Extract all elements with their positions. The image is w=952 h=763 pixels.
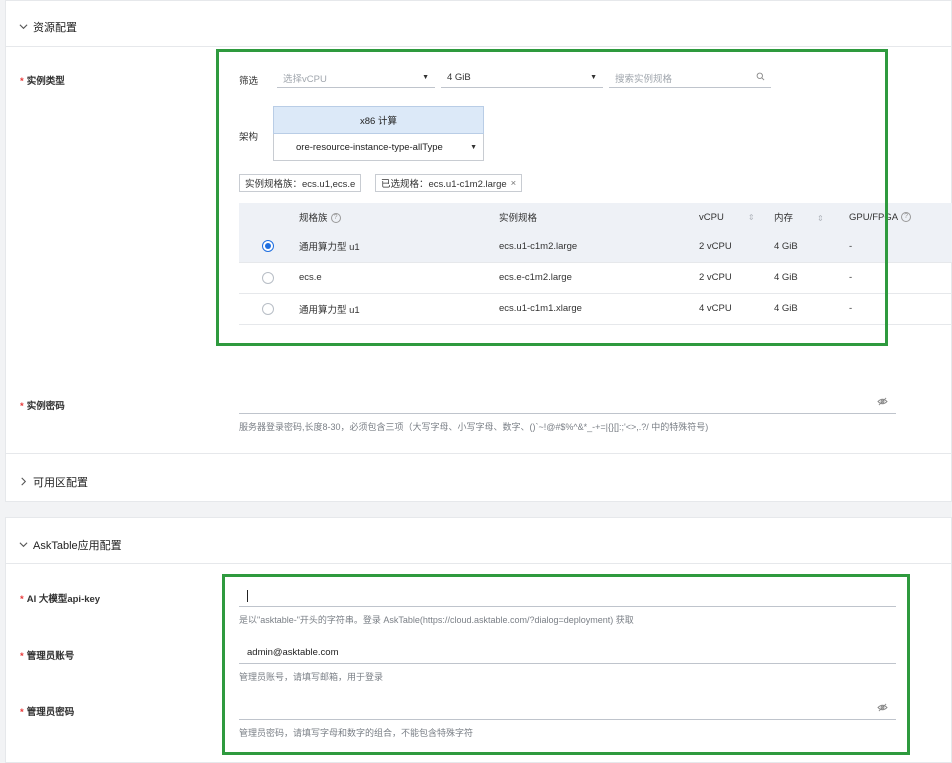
admin-password-hint: 管理员密码，请填写字母和数字的组合，不能包含特殊字符 [239,728,474,738]
help-icon[interactable]: ? [901,211,912,222]
chevron-right-icon [18,477,28,488]
instance-spec-table: 规格族? 实例规格 vCPU ⇕ 内存 ⇕ GPU/FPGA? 通用算力型 u1 e… [239,203,952,325]
row-family: 通用算力型 u1 [299,293,499,325]
row-vcpu: 2 vCPU [699,231,774,263]
row-gpu: - [849,293,952,325]
spec-search-input[interactable]: 搜索实例规格 [609,68,771,88]
text-cursor [247,589,248,602]
table-row[interactable]: 通用算力型 u1 ecs.u1-c1m2.large 2 vCPU 4 GiB … [239,231,952,263]
apikey-input[interactable] [239,585,896,607]
section-divider [6,453,951,454]
section-divider [6,46,951,47]
table-row[interactable]: 通用算力型 u1 ecs.u1-c1m1.xlarge 4 vCPU 4 GiB… [239,293,952,325]
table-row[interactable]: ecs.e ecs.e-c1m2.large 2 vCPU 4 GiB - [239,262,952,294]
instance-password-label: * 实例密码 [20,401,65,412]
admin-account-input[interactable]: admin@asktable.com [239,642,896,664]
admin-account-label: * 管理员账号 [20,651,75,662]
row-gpu: - [849,262,952,294]
row-spec: ecs.e-c1m2.large [499,262,699,294]
eye-off-icon[interactable] [877,397,888,409]
row-memory: 4 GiB [774,231,849,263]
resource-config-panel: 资源配置 * 实例类型 筛选 选择vCPU ▼ 4 GiB ▼ 搜索实例规格 架构… [5,0,952,502]
row-spec: ecs.u1-c1m2.large [499,231,699,263]
asktable-section-header[interactable]: AskTable应用配置 [18,537,122,553]
row-memory: 4 GiB [774,262,849,294]
caret-down-icon: ▼ [422,74,429,81]
row-gpu: - [849,231,952,263]
arch-label: 架构 [239,132,259,143]
col-vcpu[interactable]: vCPU ⇕ [699,203,774,231]
admin-password-input[interactable] [239,698,896,720]
col-memory[interactable]: 内存 ⇕ [774,203,849,231]
search-icon [756,72,765,84]
password-hint: 服务器登录密码,长度8-30，必须包含三项（大写字母、小写字母、数字、()`~!… [239,422,709,432]
row-family: ecs.e [299,262,499,294]
vcpu-select[interactable]: 选择vCPU ▼ [277,68,435,88]
radio-icon[interactable] [262,240,274,253]
sort-icon[interactable]: ⇕ [748,213,755,222]
col-spec: 实例规格 [499,203,699,231]
row-memory: 4 GiB [774,293,849,325]
instance-password-input[interactable] [239,392,896,414]
row-family: 通用算力型 u1 [299,231,499,263]
table-header-row: 规格族? 实例规格 vCPU ⇕ 内存 ⇕ GPU/FPGA? [239,203,952,231]
row-vcpu: 2 vCPU [699,262,774,294]
radio-icon[interactable] [262,271,274,284]
row-vcpu: 4 vCPU [699,293,774,325]
section-divider [6,563,951,564]
zone-section-title: 可用区配置 [33,477,88,489]
apikey-label: * AI 大模型api-key [20,594,101,605]
memory-select[interactable]: 4 GiB ▼ [441,68,603,88]
row-spec: ecs.u1-c1m1.xlarge [499,293,699,325]
eye-off-icon[interactable] [877,703,888,715]
resource-section-header[interactable]: 资源配置 [18,19,77,35]
asktable-config-panel: AskTable应用配置 * AI 大模型api-key 是以"asktable-… [5,517,952,763]
arch-type-select[interactable]: ore-resource-instance-type-allType ▼ [273,134,484,161]
help-icon[interactable]: ? [330,213,341,224]
caret-down-icon: ▼ [590,74,597,81]
resource-section-title: 资源配置 [33,22,77,34]
radio-icon[interactable] [262,302,274,315]
instance-type-label: * 实例类型 [20,76,65,87]
close-icon[interactable]: × [511,178,517,189]
asktable-section-title: AskTable应用配置 [33,540,122,552]
admin-account-hint: 管理员账号，请填写邮箱，用于登录 [239,672,384,682]
sort-icon[interactable]: ⇕ [817,214,824,223]
admin-password-label: * 管理员密码 [20,707,75,718]
col-family: 规格族? [299,203,499,231]
apikey-hint: 是以"asktable-"开头的字符串。登录 AskTable(https://… [239,615,634,625]
caret-down-icon: ▼ [470,143,477,151]
col-gpu: GPU/FPGA? [849,203,952,231]
selected-spec-tag[interactable]: 已选规格：ecs.u1-c1m2.large × [375,174,523,192]
chevron-down-icon [18,22,28,33]
spec-family-tag: 实例规格族：ecs.u1,ecs.e [239,174,362,192]
zone-section-header[interactable]: 可用区配置 [18,474,88,490]
arch-tab-x86[interactable]: x86 计算 [273,106,484,134]
filter-label: 筛选 [239,76,259,87]
chevron-down-icon [18,540,28,551]
